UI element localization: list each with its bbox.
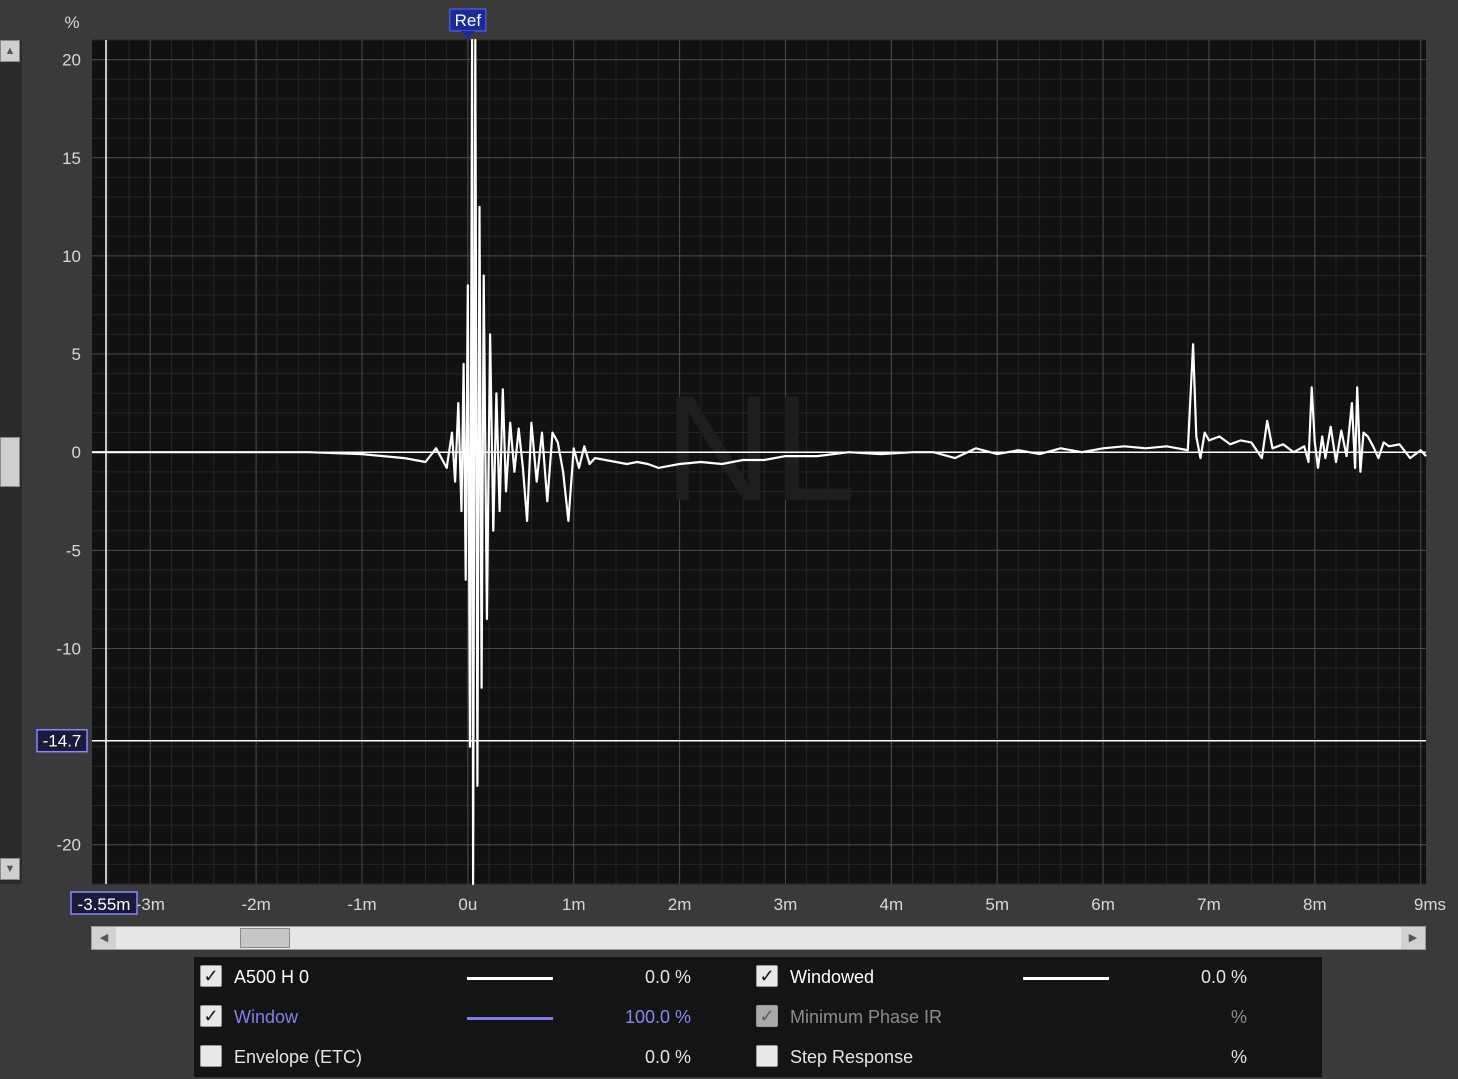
x-tick-label: 7m <box>1197 895 1221 914</box>
legend-value: 0.0 % <box>644 1047 691 1067</box>
legend-label: Envelope (ETC) <box>234 1047 363 1067</box>
y-tick-label: -10 <box>56 639 81 658</box>
y-tick-label: 10 <box>62 247 81 266</box>
cursor-x-readout: -3.55m <box>70 891 138 915</box>
legend-label: Window <box>234 1007 299 1027</box>
y-tick-label: 0 <box>72 443 81 462</box>
y-tick-label: 5 <box>72 345 81 364</box>
horizontal-scroll-thumb[interactable] <box>239 928 290 948</box>
legend-label: Minimum Phase IR <box>790 1007 943 1027</box>
legend-panel: ✓ A500 H 0 0.0 % ✓ Windowed 0.0 % ✓ Window 100.0… <box>194 957 1322 1077</box>
svg-text:-14.7: -14.7 <box>43 732 82 751</box>
legend-checkbox[interactable]: ✓ <box>756 1005 778 1027</box>
svg-text:Ref: Ref <box>455 11 482 30</box>
x-tick-label: 1m <box>562 895 586 914</box>
cursor-y-readout: -14.7 <box>36 728 88 753</box>
legend-value: 0.0 % <box>644 967 691 987</box>
y-tick-label: -20 <box>56 836 81 855</box>
legend-checkbox[interactable]: ✓ <box>756 965 778 987</box>
legend-checkbox[interactable]: ✓ <box>200 1005 222 1027</box>
impulse-response-chart[interactable]: NL 20 15 10 5 0 -5 -10 -20 -3m -2m -1m 0u 1m 2m 3m 4m 5… <box>0 0 1458 925</box>
legend-item: ✓ Minimum Phase IR% <box>750 999 1306 1039</box>
x-tick-label: -1m <box>347 895 376 914</box>
y-tick-label: -5 <box>66 541 81 560</box>
legend-value: % <box>1230 1047 1247 1067</box>
x-tick-label: -3m <box>136 895 165 914</box>
legend-line-swatch <box>467 977 553 980</box>
legend-line-swatch <box>1023 977 1109 980</box>
legend-checkbox[interactable]: ✓ <box>200 965 222 987</box>
legend-item: ✓ A500 H 0 0.0 % <box>194 959 750 999</box>
legend-checkbox[interactable] <box>756 1045 778 1067</box>
x-tick-label: 9ms <box>1414 895 1446 914</box>
x-axis-ticks: -3m -2m -1m 0u 1m 2m 3m 4m 5m 6m 7m 8m 9ms <box>136 895 1446 914</box>
legend-value: % <box>1230 1007 1247 1027</box>
legend-item: ✓ Window 100.0 % <box>194 999 750 1039</box>
scroll-left-icon[interactable]: ◀ <box>92 927 116 949</box>
x-tick-label: 4m <box>880 895 904 914</box>
ref-marker[interactable]: Ref <box>449 8 487 39</box>
legend-value: 0.0 % <box>1200 967 1247 987</box>
y-tick-label: 20 <box>62 51 81 70</box>
x-tick-label: -2m <box>241 895 270 914</box>
legend-item: Envelope (ETC) 0.0 % <box>194 1039 750 1079</box>
legend-value: 100.0 % <box>624 1007 691 1027</box>
x-tick-label: 2m <box>668 895 692 914</box>
legend-checkbox[interactable] <box>200 1045 222 1067</box>
legend-label: Step Response <box>790 1047 914 1067</box>
svg-text:-3.55m: -3.55m <box>78 895 131 914</box>
legend-item: Step Response% <box>750 1039 1306 1079</box>
scroll-right-icon[interactable]: ▶ <box>1401 927 1425 949</box>
legend-line-swatch <box>467 1017 553 1020</box>
x-tick-label: 5m <box>985 895 1009 914</box>
horizontal-scrollbar[interactable]: ◀ ▶ <box>91 926 1426 950</box>
y-tick-label: 15 <box>62 149 81 168</box>
x-tick-label: 6m <box>1091 895 1115 914</box>
legend-label: Windowed <box>790 967 875 987</box>
x-tick-label: 8m <box>1303 895 1327 914</box>
x-tick-label: 3m <box>774 895 798 914</box>
legend-label: A500 H 0 <box>234 967 310 987</box>
x-tick-label: 0u <box>458 895 477 914</box>
y-axis-unit-label: % <box>64 13 79 32</box>
legend-item: ✓ Windowed 0.0 % <box>750 959 1306 999</box>
watermark-logo: NL <box>664 364 856 532</box>
